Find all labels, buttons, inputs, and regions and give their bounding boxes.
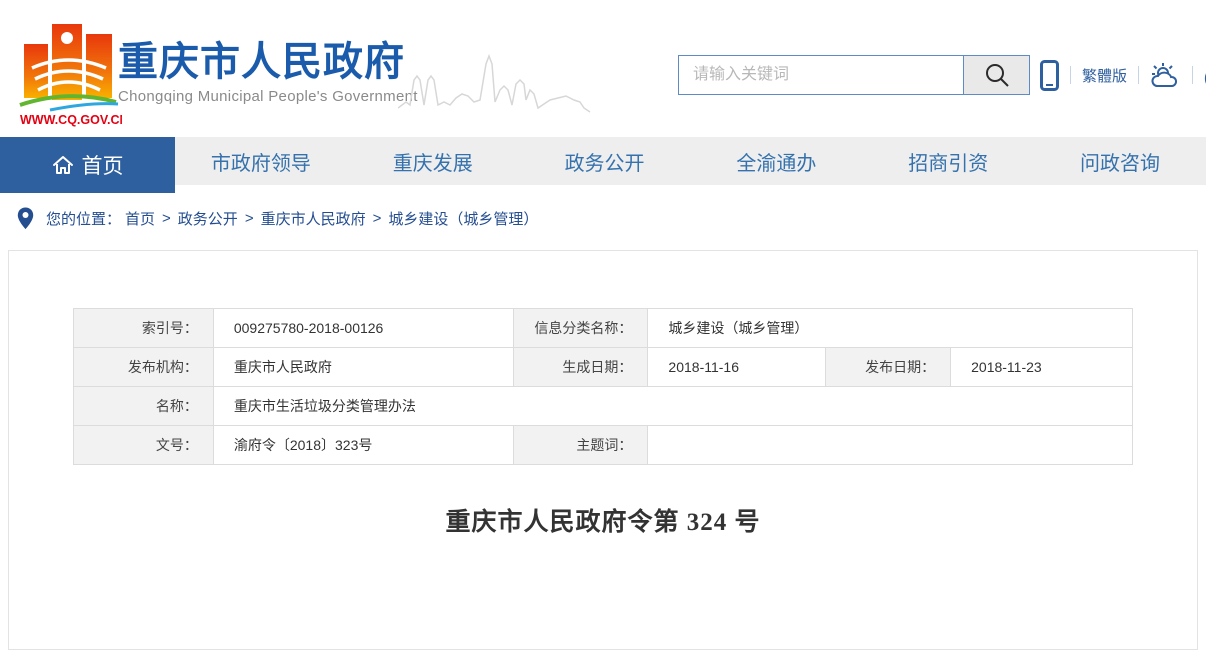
search-bar	[678, 55, 1030, 95]
site-logo[interactable]: WWW.CQ.GOV.CN	[18, 16, 122, 128]
search-input[interactable]	[679, 56, 963, 94]
publish-date-label: 发布日期：	[826, 348, 951, 387]
logo-building-icon	[20, 24, 118, 110]
create-date-label: 生成日期：	[513, 348, 648, 387]
traditional-version-link[interactable]: 繁體版	[1082, 65, 1127, 86]
nav-item-investment[interactable]: 招商引资	[862, 137, 1034, 185]
table-row: 名称： 重庆市生活垃圾分类管理办法	[74, 387, 1133, 426]
nav-item-government-leaders[interactable]: 市政府领导	[175, 137, 347, 185]
breadcrumb-separator: >	[245, 210, 254, 227]
breadcrumb-item-government[interactable]: 重庆市人民政府	[261, 208, 366, 229]
index-no-value: 009275780-2018-00126	[213, 309, 513, 348]
table-row: 索引号： 009275780-2018-00126 信息分类名称： 城乡建设（城…	[74, 309, 1133, 348]
nav-item-government-affairs[interactable]: 政务公开	[519, 137, 691, 185]
document-meta-table: 索引号： 009275780-2018-00126 信息分类名称： 城乡建设（城…	[73, 308, 1133, 465]
main-navigation: 首页 市政府领导 重庆发展 政务公开 全渝通办 招商引资 问政咨询	[0, 137, 1206, 185]
site-subtitle: Chongqing Municipal People's Government	[118, 88, 418, 105]
publish-date-value: 2018-11-23	[951, 348, 1133, 387]
category-label: 信息分类名称：	[513, 309, 648, 348]
breadcrumb: 您的位置： 首页 > 政务公开 > 重庆市人民政府 > 城乡建设（城乡管理）	[0, 185, 1206, 250]
table-row: 文号： 渝府令〔2018〕323号 主题词：	[74, 426, 1133, 465]
decree-title: 重庆市人民政府令第 324 号	[9, 502, 1197, 538]
doc-title-label: 名称：	[74, 387, 214, 426]
breadcrumb-separator: >	[373, 210, 382, 227]
location-pin-icon	[17, 207, 34, 230]
breadcrumb-label: 您的位置：	[46, 208, 121, 229]
nav-item-chongqing-development[interactable]: 重庆发展	[347, 137, 519, 185]
separator	[1138, 66, 1139, 84]
breadcrumb-item-gov-affairs[interactable]: 政务公开	[178, 208, 238, 229]
breadcrumb-item-home[interactable]: 首页	[125, 208, 155, 229]
site-header: WWW.CQ.GOV.CN 重庆市人民政府 Chongqing Municipa…	[0, 0, 1206, 137]
keywords-value	[648, 426, 1133, 465]
breadcrumb-item-urban-construction[interactable]: 城乡建设（城乡管理）	[388, 208, 538, 229]
separator	[1070, 66, 1071, 84]
index-no-label: 索引号：	[74, 309, 214, 348]
issuer-value: 重庆市人民政府	[213, 348, 513, 387]
doc-no-label: 文号：	[74, 426, 214, 465]
search-button[interactable]	[963, 56, 1029, 94]
doc-no-value: 渝府令〔2018〕323号	[213, 426, 513, 465]
breadcrumb-separator: >	[162, 210, 171, 227]
issuer-label: 发布机构：	[74, 348, 214, 387]
site-title: 重庆市人民政府	[118, 40, 418, 84]
keywords-label: 主题词：	[513, 426, 648, 465]
home-icon	[52, 154, 74, 176]
logo-url-text: WWW.CQ.GOV.CN	[20, 113, 122, 127]
nav-item-home[interactable]: 首页	[0, 137, 175, 193]
nav-item-consultation[interactable]: 问政咨询	[1034, 137, 1206, 185]
search-icon	[984, 62, 1010, 88]
nav-item-label: 首页	[82, 150, 124, 180]
nav-item-all-services[interactable]: 全渝通办	[690, 137, 862, 185]
header-quick-links: 繁體版	[1040, 56, 1206, 94]
create-date-value: 2018-11-16	[648, 348, 826, 387]
category-value: 城乡建设（城乡管理）	[648, 309, 1133, 348]
mobile-icon[interactable]	[1040, 60, 1059, 91]
table-row: 发布机构： 重庆市人民政府 生成日期： 2018-11-16 发布日期： 201…	[74, 348, 1133, 387]
city-skyline-decoration	[398, 50, 593, 114]
content-panel: 索引号： 009275780-2018-00126 信息分类名称： 城乡建设（城…	[8, 250, 1198, 650]
weather-icon[interactable]	[1150, 62, 1181, 89]
separator	[1192, 66, 1193, 84]
doc-title-value: 重庆市生活垃圾分类管理办法	[213, 387, 1132, 426]
